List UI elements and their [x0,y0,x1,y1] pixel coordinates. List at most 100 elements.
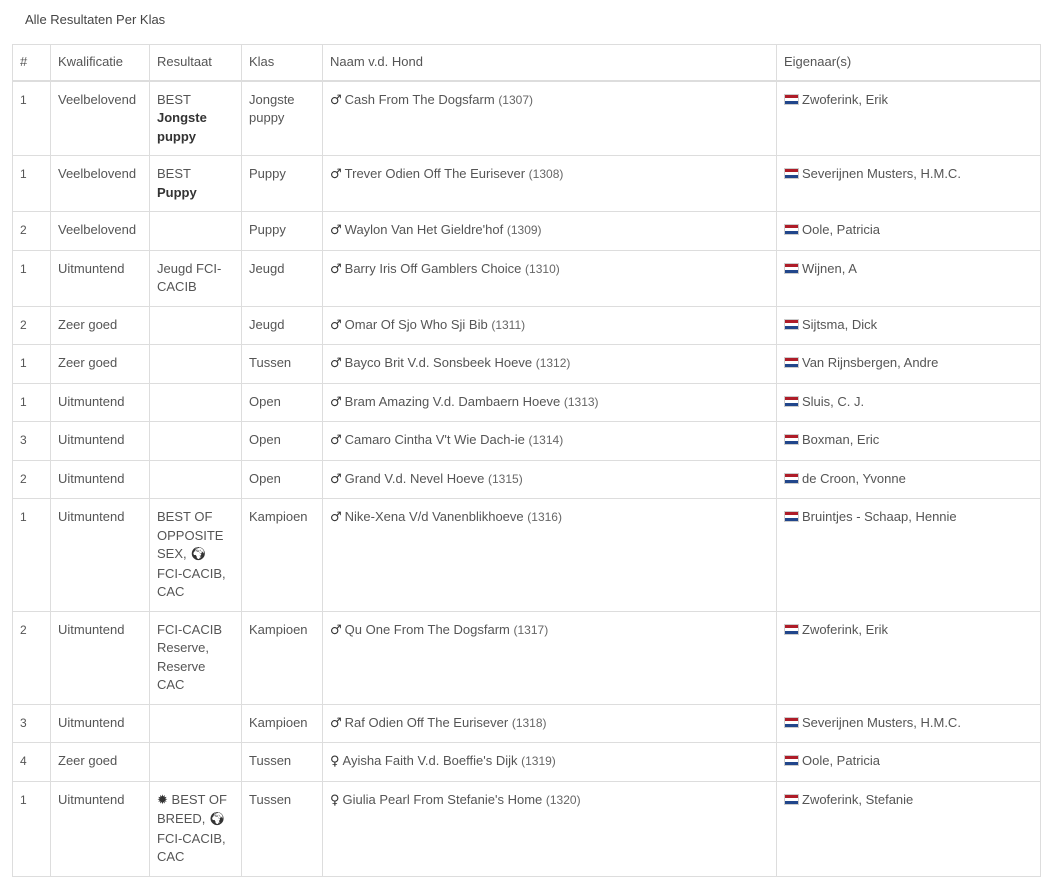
class-text: Jeugd [249,260,285,276]
dog-name[interactable]: Omar Of Sjo Who Sji Bib [345,317,488,332]
cell-kwalificatie: Veelbelovend [50,155,150,212]
cell-naam[interactable]: ♂ Trever Odien Off The Eurisever (1308) [322,155,777,212]
cell-eigenaar[interactable]: Oole, Patricia [776,742,1041,782]
qualification-text: Zeer goed [58,355,118,370]
owner-name[interactable]: Bruintjes - Schaap, Hennie [802,509,957,524]
qualification-text: Veelbelovend [58,166,137,181]
col-header-resultaat[interactable]: Resultaat [149,44,242,82]
dog-name[interactable]: Grand V.d. Nevel Hoeve [345,471,485,486]
cell-eigenaar[interactable]: Wijnen, A [776,249,1041,307]
dog-name[interactable]: Giulia Pearl From Stefanie's Home [343,792,543,807]
cell-eigenaar[interactable]: Van Rijnsbergen, Andre [776,344,1041,384]
cell-klas: Kampioen [241,703,323,743]
netherlands-flag-icon [784,224,799,235]
qualification-text: Uitmuntend [58,509,125,524]
class-text: Jeugd [249,316,285,332]
owner-name[interactable]: Sluis, C. J. [802,394,864,409]
dog-name[interactable]: Cash From The Dogsfarm [345,92,495,107]
cell-naam[interactable]: ♂ Bayco Brit V.d. Sonsbeek Hoeve (1312) [322,344,777,384]
cell-num: 2 [12,610,51,705]
dog-name[interactable]: Barry Iris Off Gamblers Choice [345,261,522,276]
catalog-number: (1308) [528,167,564,181]
placement-number: 2 [20,622,27,637]
owner-name[interactable]: Zwoferink, Erik [802,92,888,107]
catalog-number: (1317) [513,622,549,637]
netherlands-flag-icon [784,755,799,766]
cell-num: 4 [12,742,51,782]
netherlands-flag-icon [784,168,799,179]
cell-klas: Kampioen [241,498,323,612]
col-header-eigenaar[interactable]: Eigenaar(s) [776,44,1041,82]
cell-naam[interactable]: ♀ Ayisha Faith V.d. Boeffie's Dijk (1319) [322,742,777,782]
qualification-text: Uitmuntend [58,393,125,409]
cell-eigenaar[interactable]: de Croon, Yvonne [776,459,1041,499]
dog-name[interactable]: Qu One From The Dogsfarm [345,622,510,637]
cell-naam[interactable]: ♂ Qu One From The Dogsfarm (1317) [322,610,777,705]
dog-name[interactable]: Waylon Van Het Gieldre'hof [345,222,504,237]
dog-name[interactable]: Camaro Cintha V't Wie Dach-ie [345,432,525,447]
class-text: Tussen [249,355,292,370]
cell-naam[interactable]: ♂ Raf Odien Off The Eurisever (1318) [322,703,777,743]
cell-eigenaar[interactable]: Bruintjes - Schaap, Hennie [776,498,1041,612]
cell-naam[interactable]: ♂ Camaro Cintha V't Wie Dach-ie (1314) [322,421,777,461]
cell-eigenaar[interactable]: Sijtsma, Dick [776,305,1041,345]
table-row: 1 Uitmuntend BEST OF OPPOSITE SEX, 🌍︎ FCI-… [12,498,1041,612]
cell-eigenaar[interactable]: Zwoferink, Erik [776,80,1041,156]
owner-name[interactable]: de Croon, Yvonne [802,471,906,486]
col-header-naam[interactable]: Naam v.d. Hond [322,44,777,82]
cell-num: 2 [12,459,51,499]
placement-number: 3 [20,715,27,730]
cell-resultaat [149,305,242,345]
cell-eigenaar[interactable]: Zwoferink, Stefanie [776,780,1041,877]
qualification-text: Uitmuntend [58,621,125,637]
cell-naam[interactable]: ♂ Barry Iris Off Gamblers Choice (1310) [322,249,777,307]
dog-name[interactable]: Raf Odien Off The Eurisever [345,715,509,730]
cell-eigenaar[interactable]: Severijnen Musters, H.M.C. [776,703,1041,743]
col-header-num[interactable]: # [12,44,51,82]
owner-name[interactable]: Oole, Patricia [802,222,880,237]
qualification-text: Uitmuntend [58,432,125,447]
class-text: Open [249,432,281,447]
cell-naam[interactable]: ♂ Waylon Van Het Gieldre'hof (1309) [322,211,777,251]
cell-eigenaar[interactable]: Severijnen Musters, H.M.C. [776,155,1041,212]
owner-name[interactable]: Sijtsma, Dick [802,317,877,332]
col-header-kwalificatie[interactable]: Kwalificatie [50,44,150,82]
cell-naam[interactable]: ♂ Grand V.d. Nevel Hoeve (1315) [322,459,777,499]
class-text: Kampioen [249,509,308,524]
cell-eigenaar[interactable]: Sluis, C. J. [776,382,1041,422]
catalog-number: (1314) [528,433,564,447]
cell-klas: Jongste puppy [241,80,323,156]
cell-naam[interactable]: ♂ Omar Of Sjo Who Sji Bib (1311) [322,305,777,345]
cell-klas: Open [241,421,323,461]
male-sex-icon: ♂ [330,356,342,371]
cell-resultaat [149,703,242,743]
cell-eigenaar[interactable]: Oole, Patricia [776,211,1041,251]
male-sex-icon: ♂ [330,510,342,525]
dog-name[interactable]: Ayisha Faith V.d. Boeffie's Dijk [343,753,518,768]
cell-eigenaar[interactable]: Boxman, Eric [776,421,1041,461]
col-header-klas[interactable]: Klas [241,44,323,82]
cell-resultaat [149,344,242,384]
owner-name[interactable]: Severijnen Musters, H.M.C. [802,166,961,181]
class-text: Kampioen [249,714,308,730]
cell-naam[interactable]: ♀ Giulia Pearl From Stefanie's Home (1320… [322,780,777,877]
owner-name[interactable]: Zwoferink, Stefanie [802,792,913,807]
owner-name[interactable]: Van Rijnsbergen, Andre [802,355,938,370]
result-text: FCI-CACIB Reserve, Reserve CAC [157,621,222,693]
owner-name[interactable]: Zwoferink, Erik [802,622,888,637]
owner-name[interactable]: Severijnen Musters, H.M.C. [802,715,961,730]
cell-kwalificatie: Veelbelovend [50,80,150,156]
owner-name[interactable]: Boxman, Eric [802,432,879,447]
dog-name[interactable]: Bayco Brit V.d. Sonsbeek Hoeve [345,355,532,370]
dog-name[interactable]: Nike-Xena V/d Vanenblikhoeve [345,509,524,524]
cell-resultaat [149,742,242,782]
cell-naam[interactable]: ♂ Bram Amazing V.d. Dambaern Hoeve (1313) [322,382,777,422]
owner-name[interactable]: Oole, Patricia [802,753,880,768]
owner-name[interactable]: Wijnen, A [802,261,857,276]
catalog-number: (1318) [511,715,547,730]
dog-name[interactable]: Trever Odien Off The Eurisever [345,166,525,181]
cell-naam[interactable]: ♂ Cash From The Dogsfarm (1307) [322,80,777,156]
cell-eigenaar[interactable]: Zwoferink, Erik [776,610,1041,705]
cell-naam[interactable]: ♂ Nike-Xena V/d Vanenblikhoeve (1316) [322,498,777,612]
dog-name[interactable]: Bram Amazing V.d. Dambaern Hoeve [345,394,561,409]
